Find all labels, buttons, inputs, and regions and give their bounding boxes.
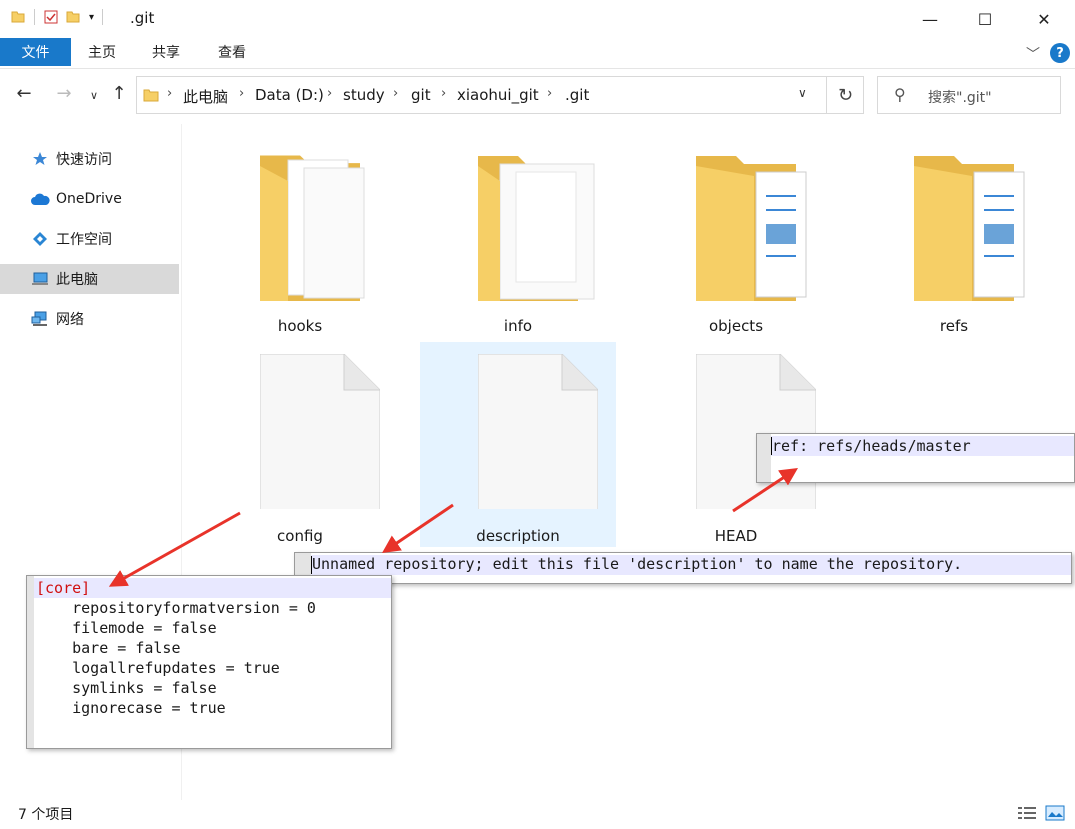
file-icon <box>696 354 816 509</box>
refresh-icon: ↻ <box>837 84 854 106</box>
tab-view[interactable]: 查看 <box>218 38 246 66</box>
address-bar[interactable]: › 此电脑 › Data (D:) › study › git › xiaohu… <box>136 76 864 114</box>
item-label: hooks <box>277 317 323 335</box>
sidebar-item-this-pc[interactable]: 此电脑 <box>0 264 179 294</box>
folder-item-objects[interactable]: objects <box>638 134 834 339</box>
properties-icon[interactable] <box>43 9 59 25</box>
navigation-bar: ← → ∨ ↑ › 此电脑 › Data (D:) › study › git … <box>0 68 1075 124</box>
sidebar-item-quick-access[interactable]: 快速访问 <box>0 144 179 174</box>
item-label: info <box>503 317 533 335</box>
config-line: symlinks = false <box>36 679 217 697</box>
item-label: description <box>476 527 560 545</box>
toolbar-divider <box>102 9 104 25</box>
breadcrumb-xiaohui-git[interactable]: xiaohui_git <box>457 86 539 104</box>
breadcrumb-this-pc[interactable]: 此电脑 <box>183 86 228 107</box>
breadcrumb-git[interactable]: git <box>411 86 431 104</box>
folder-item-info[interactable]: info <box>420 134 616 339</box>
breadcrumb-separator-icon[interactable]: › <box>547 86 552 101</box>
folder-icon <box>914 156 1025 301</box>
sidebar-item-label: 此电脑 <box>56 272 98 288</box>
editor-gutter <box>27 576 34 748</box>
editor-gutter <box>757 434 771 482</box>
workspace-icon <box>30 230 50 248</box>
tab-file[interactable]: 文件 <box>0 38 71 66</box>
new-folder-icon[interactable] <box>65 9 81 25</box>
title-bar: ▾ .git — ☐ ✕ <box>0 0 1075 38</box>
item-label: refs <box>939 317 969 335</box>
forward-arrow-icon[interactable]: → <box>52 83 76 104</box>
sidebar-item-onedrive[interactable]: OneDrive <box>0 184 179 214</box>
large-icons-view-icon[interactable] <box>1045 805 1065 821</box>
breadcrumb-separator-icon[interactable]: › <box>327 86 332 101</box>
tab-home[interactable]: 主页 <box>88 38 116 66</box>
breadcrumb-dot-git[interactable]: .git <box>565 86 589 104</box>
quick-access-toolbar: ▾ <box>10 9 111 25</box>
tab-share[interactable]: 共享 <box>152 38 180 66</box>
config-file-content-popup: [core] repositoryformatversion = 0 filem… <box>26 575 392 749</box>
config-line: ignorecase = true <box>36 699 226 717</box>
search-icon: ⚲ <box>894 85 906 104</box>
folder-icon <box>696 156 807 301</box>
config-section-header: [core] <box>36 579 91 597</box>
file-icon <box>260 354 380 509</box>
item-label: HEAD <box>714 527 758 545</box>
config-line: bare = false <box>36 639 181 657</box>
breadcrumb-separator-icon[interactable]: › <box>441 86 446 101</box>
folder-icon <box>478 156 595 301</box>
config-line: filemode = false <box>36 619 217 637</box>
breadcrumb-separator-icon[interactable]: › <box>393 86 398 101</box>
folder-icon <box>143 89 159 102</box>
file-item-config[interactable]: config <box>202 342 398 547</box>
customize-toolbar-icon[interactable]: ▾ <box>89 12 94 23</box>
back-arrow-icon[interactable]: ← <box>12 83 36 104</box>
sidebar-item-workspace[interactable]: 工作空间 <box>0 224 179 254</box>
address-history-chevron-icon[interactable]: ∨ <box>798 86 807 100</box>
folder-icon <box>260 155 365 301</box>
sidebar-item-label: 网络 <box>56 312 84 328</box>
star-icon <box>30 150 50 168</box>
sidebar-item-network[interactable]: 网络 <box>0 304 179 334</box>
window-title: .git <box>130 9 155 27</box>
folder-item-refs[interactable]: refs <box>856 134 1052 339</box>
file-icon <box>478 354 598 509</box>
description-file-line: Unnamed repository; edit this file 'desc… <box>312 555 963 573</box>
ribbon: 文件 主页 共享 查看 ﹀ ? <box>0 38 1075 68</box>
expand-ribbon-icon[interactable]: ﹀ <box>1026 44 1040 64</box>
config-line: logallrefupdates = true <box>36 659 280 677</box>
breadcrumb-data-drive[interactable]: Data (D:) <box>255 86 324 104</box>
config-line: repositoryformatversion = 0 <box>36 599 316 617</box>
sidebar-item-label: 快速访问 <box>56 152 112 168</box>
toolbar-divider <box>34 9 35 25</box>
sidebar-item-label: OneDrive <box>56 191 122 207</box>
recent-locations-chevron-icon[interactable]: ∨ <box>82 89 106 102</box>
breadcrumb-separator-icon[interactable]: › <box>167 86 172 101</box>
item-label: objects <box>708 317 764 335</box>
breadcrumb-study[interactable]: study <box>343 86 385 104</box>
minimize-button[interactable]: — <box>901 0 959 38</box>
folder-item-hooks[interactable]: hooks <box>202 134 398 339</box>
maximize-button[interactable]: ☐ <box>956 0 1014 38</box>
cloud-icon <box>30 190 50 208</box>
close-button[interactable]: ✕ <box>1015 0 1073 38</box>
head-file-line: ref: refs/heads/master <box>772 437 971 455</box>
file-item-description[interactable]: description <box>420 342 616 547</box>
folder-icon[interactable] <box>10 9 26 25</box>
search-placeholder: 搜索".git" <box>928 90 992 106</box>
item-count: 7 个项目 <box>18 807 74 823</box>
refresh-button[interactable]: ↻ <box>826 76 864 114</box>
up-arrow-icon[interactable]: ↑ <box>107 83 131 104</box>
network-icon <box>30 310 50 328</box>
search-box[interactable]: ⚲ 搜索".git" <box>877 76 1061 114</box>
description-file-content-popup: Unnamed repository; edit this file 'desc… <box>294 552 1072 584</box>
item-label: config <box>277 527 323 545</box>
help-icon[interactable]: ? <box>1050 43 1070 63</box>
head-file-content-popup: ref: refs/heads/master <box>756 433 1075 483</box>
computer-icon <box>30 270 50 288</box>
breadcrumb-separator-icon[interactable]: › <box>239 86 244 101</box>
sidebar-item-label: 工作空间 <box>56 232 112 248</box>
details-view-icon[interactable] <box>1017 805 1037 821</box>
status-bar: 7 个项目 <box>0 800 1075 829</box>
